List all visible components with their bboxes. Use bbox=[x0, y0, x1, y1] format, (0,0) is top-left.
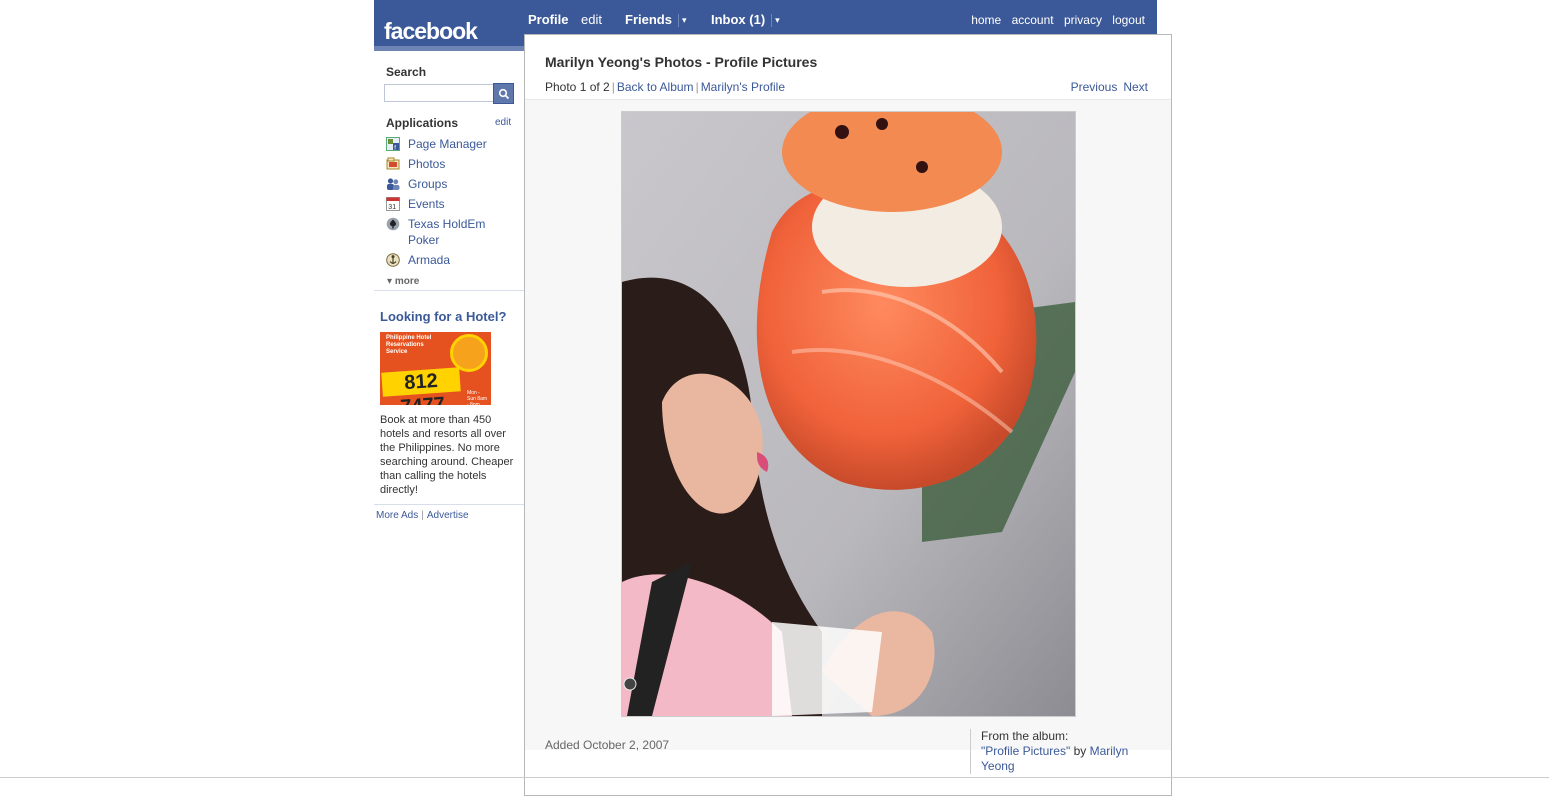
back-to-album-link[interactable]: Back to Album bbox=[617, 80, 694, 94]
sidebar-item-label[interactable]: Page Manager bbox=[408, 136, 518, 152]
sidebar-divider bbox=[374, 504, 524, 505]
events-icon: 31 bbox=[386, 197, 400, 211]
nav-profile[interactable]: Profile bbox=[528, 12, 568, 27]
profile-link[interactable]: Marilyn's Profile bbox=[701, 80, 785, 94]
sidebar-item-label[interactable]: Photos bbox=[408, 156, 518, 172]
by-label: by bbox=[1073, 744, 1087, 758]
sidebar-item-label[interactable]: Groups bbox=[408, 176, 518, 192]
svg-text:31: 31 bbox=[388, 204, 396, 211]
nav-inbox-label[interactable]: Inbox (1) bbox=[711, 12, 765, 27]
logo-tab bbox=[374, 42, 524, 51]
ad-hours: Mon - Sun 8am - 8pm bbox=[467, 390, 488, 405]
applications-heading: Applications bbox=[386, 116, 459, 130]
sidebar-item-label[interactable]: Texas HoldEm Poker bbox=[408, 216, 518, 248]
link-separator: | bbox=[695, 80, 699, 94]
inbox-dropdown-icon[interactable]: ▾ bbox=[775, 15, 780, 25]
advertise-link[interactable]: Advertise bbox=[427, 510, 469, 521]
ad-image-text: Philippine Hotel Reservations Service bbox=[386, 335, 432, 355]
previous-link[interactable]: Previous bbox=[1071, 80, 1118, 94]
profile-photo[interactable] bbox=[621, 111, 1076, 717]
photo-image bbox=[622, 112, 1075, 716]
nav-profile-edit[interactable]: edit bbox=[581, 12, 602, 27]
more-apps-toggle[interactable]: ▾ more bbox=[387, 276, 419, 287]
facebook-logo[interactable]: facebook bbox=[384, 18, 478, 45]
ad-links: More Ads | Advertise bbox=[376, 510, 469, 521]
search-input[interactable] bbox=[384, 84, 494, 102]
photo-counter: Photo 1 of 2 bbox=[545, 80, 610, 94]
album-info: From the album: "Profile Pictures" by Ma… bbox=[970, 729, 1161, 774]
sidebar-item-label[interactable]: Armada bbox=[408, 252, 518, 268]
next-link[interactable]: Next bbox=[1123, 80, 1148, 94]
nav-account[interactable]: account bbox=[1012, 13, 1054, 27]
ad-title[interactable]: Looking for a Hotel? bbox=[380, 309, 506, 324]
nav-divider bbox=[677, 14, 679, 28]
photo-viewer: Marilyn Yeong's Photos - Profile Picture… bbox=[524, 34, 1172, 796]
album-link[interactable]: "Profile Pictures" bbox=[981, 744, 1070, 758]
nav-friends[interactable]: Friends ▾ bbox=[625, 12, 687, 28]
sidebar-item-label[interactable]: Events bbox=[408, 196, 518, 212]
link-separator: | bbox=[611, 80, 615, 94]
armada-icon bbox=[386, 253, 400, 267]
nav-home[interactable]: home bbox=[971, 13, 1001, 27]
bottom-border bbox=[0, 777, 1549, 778]
album-credit: "Profile Pictures" by Marilyn Yeong bbox=[981, 744, 1161, 774]
page-title: Marilyn Yeong's Photos - Profile Picture… bbox=[545, 54, 818, 70]
ad-phone-number: 812 7477 bbox=[381, 367, 461, 405]
ad-image[interactable]: Philippine Hotel Reservations Service 81… bbox=[380, 332, 491, 405]
poker-icon bbox=[386, 217, 400, 231]
account-links: home account privacy logout bbox=[964, 13, 1145, 27]
nav-profile-label[interactable]: Profile bbox=[528, 12, 568, 27]
nav-friends-label[interactable]: Friends bbox=[625, 12, 672, 27]
nav-divider bbox=[771, 14, 773, 28]
nav-logout[interactable]: logout bbox=[1112, 13, 1145, 27]
photos-icon bbox=[386, 157, 400, 170]
page-manager-icon: f bbox=[386, 137, 400, 151]
photo-area bbox=[525, 99, 1171, 750]
groups-icon bbox=[387, 178, 400, 190]
more-ads-link[interactable]: More Ads bbox=[376, 510, 418, 521]
ad-body: Book at more than 450 hotels and resorts… bbox=[380, 414, 514, 496]
sidebar-divider bbox=[374, 290, 524, 291]
nav-inbox[interactable]: Inbox (1) ▾ bbox=[711, 12, 780, 28]
search-icon bbox=[498, 88, 510, 100]
search-button[interactable] bbox=[493, 83, 514, 104]
applications-edit-link[interactable]: edit bbox=[495, 117, 511, 128]
from-album-label: From the album: bbox=[981, 729, 1069, 743]
link-separator: | bbox=[421, 510, 424, 521]
friends-dropdown-icon[interactable]: ▾ bbox=[682, 15, 687, 25]
more-label[interactable]: more bbox=[395, 276, 419, 287]
photo-navigation: Photo 1 of 2 | Back to Album | Marilyn's Pro… bbox=[545, 80, 785, 94]
nav-privacy[interactable]: privacy bbox=[1064, 13, 1102, 27]
search-label: Search bbox=[386, 65, 427, 79]
added-date: Added October 2, 2007 bbox=[545, 738, 670, 752]
prev-next: Previous Next bbox=[1065, 80, 1148, 94]
sun-logo-icon bbox=[450, 334, 488, 372]
